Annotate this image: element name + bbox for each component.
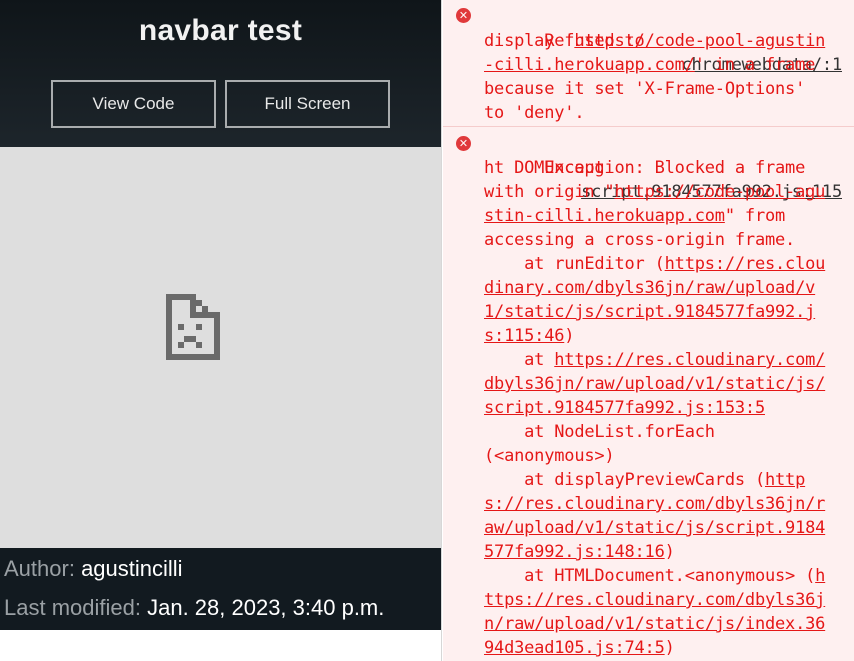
error-line: because it set 'X-Frame-Options' (484, 79, 806, 99)
stack-link[interactable]: script.9184577fa992.js:153:5 (484, 396, 765, 420)
console-error-entry: ✕ Uncaug script.9184577fa992.js:115 ht D… (443, 126, 854, 661)
error-line: Uncaug script.9184577fa992.js:115 (544, 158, 842, 202)
full-screen-button[interactable]: Full Screen (225, 80, 390, 128)
url-link[interactable]: 577fa992.js:148:16 (484, 542, 665, 562)
panel-divider (441, 0, 442, 661)
stack-line: (<anonymous>) (484, 446, 615, 466)
error-line: display 'https://code-pool-agustin (484, 31, 826, 51)
card-header: navbar test View Code Full Screen (0, 0, 441, 147)
error-circle-icon: ✕ (456, 8, 471, 23)
url-link[interactable]: 94d3ead105.js:74:5 (484, 638, 665, 658)
view-code-button[interactable]: View Code (51, 80, 216, 128)
error-line: to 'deny'. (484, 103, 585, 123)
error-line: with origin "https://code-pool-agu (484, 182, 826, 202)
stack-line: 577fa992.js:148:16) (484, 542, 675, 562)
url-link[interactable]: s:115:46 (484, 326, 564, 346)
stack-link[interactable]: ttps://res.cloudinary.com/dbyls36j (484, 588, 825, 612)
url-link[interactable]: https://res.cloudinary.com/ (554, 350, 825, 370)
stack-line: s:115:46) (484, 326, 575, 346)
preview-card: navbar test View Code Full Screen Author… (0, 0, 441, 630)
stack-line: at runEditor (https://res.clou (484, 254, 826, 274)
error-line: -cilli.herokuapp.com/' in a frame (484, 55, 816, 75)
stack-line: at NodeList.forEach (484, 422, 715, 442)
author-label: Author: (4, 556, 75, 581)
url-link[interactable]: https://code-pool-agu (614, 182, 825, 202)
error-circle-icon: ✕ (456, 136, 471, 151)
stack-link[interactable]: dbyls36jn/raw/upload/v1/static/js/ (484, 372, 825, 396)
devtools-console: ✕ Refused to chromewebdata/:1 display 'h… (443, 0, 854, 661)
modified-value: Jan. 28, 2023, 3:40 p.m. (147, 595, 385, 620)
stack-link[interactable]: n/raw/upload/v1/static/js/index.36 (484, 612, 825, 636)
error-line: Refused to chromewebdata/:1 (544, 31, 842, 75)
sad-page-icon (166, 294, 220, 360)
url-link[interactable]: stin-cilli.herokuapp.com (484, 206, 725, 226)
stack-link[interactable]: 1/static/js/script.9184577fa992.j (484, 300, 815, 324)
modified-line: Last modified: Jan. 28, 2023, 3:40 p.m. (4, 595, 384, 621)
url-link[interactable]: -cilli.herokuapp.com/ (484, 55, 695, 75)
error-line: ht DOMException: Blocked a frame (484, 158, 806, 178)
stack-line: at HTMLDocument.<anonymous> (h (484, 566, 826, 586)
url-link[interactable]: h (815, 566, 825, 586)
card-title: navbar test (138, 14, 303, 47)
stack-link[interactable]: dinary.com/dbyls36jn/raw/upload/v (484, 276, 815, 300)
stack-line: 94d3ead105.js:74:5) (484, 638, 675, 658)
error-line: stin-cilli.herokuapp.com" from (484, 206, 786, 226)
url-link[interactable]: https://code-pool-agustin (574, 31, 825, 51)
author-value[interactable]: agustincilli (81, 556, 183, 581)
error-line: accessing a cross-origin frame. (484, 230, 796, 250)
stack-line: at displayPreviewCards (http (484, 470, 806, 490)
stack-link[interactable]: s://res.cloudinary.com/dbyls36jn/r (484, 492, 825, 516)
stack-line: at https://res.cloudinary.com/ (484, 350, 826, 370)
modified-label: Last modified: (4, 595, 141, 620)
url-link[interactable]: http (765, 470, 805, 490)
author-line: Author: agustincilli (4, 556, 183, 582)
console-error-entry: ✕ Refused to chromewebdata/:1 display 'h… (443, 0, 854, 126)
stack-link[interactable]: aw/upload/v1/static/js/script.9184 (484, 516, 825, 540)
url-link[interactable]: https://res.clou (665, 254, 826, 274)
